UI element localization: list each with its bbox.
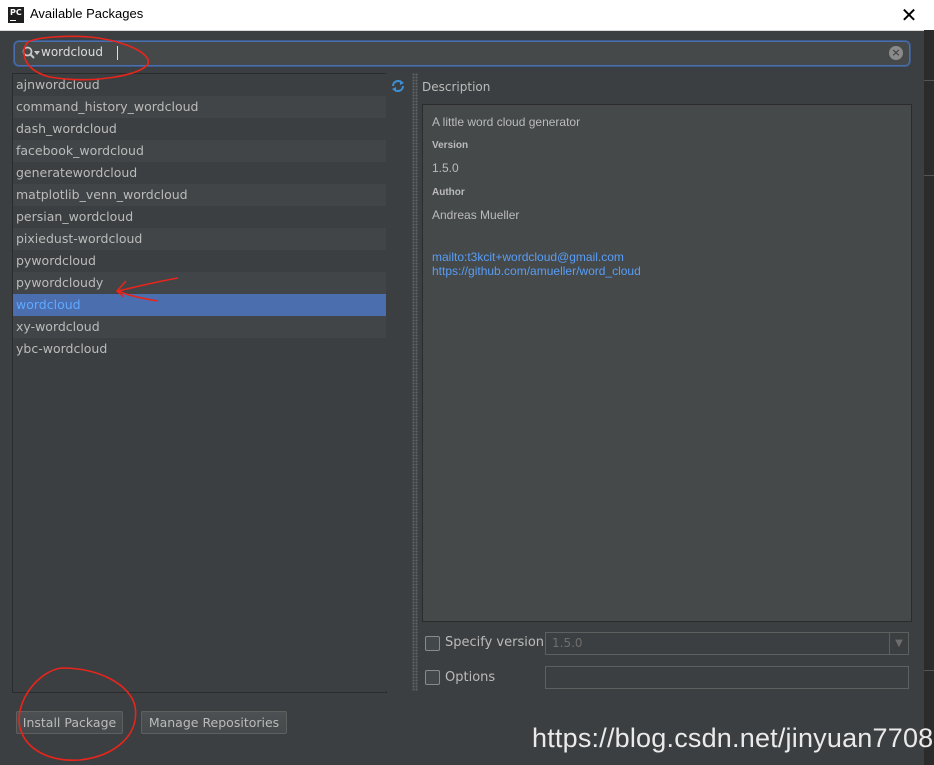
clear-search-icon[interactable]: × — [889, 46, 903, 60]
package-list[interactable]: ajnwordcloud command_history_wordcloud das… — [12, 73, 387, 693]
search-field[interactable]: wordcloud × — [14, 41, 910, 66]
pycharm-logo-icon: PC — [8, 7, 24, 23]
background-window-edge — [924, 30, 934, 765]
list-item[interactable]: wordcloud — [13, 294, 386, 316]
list-item[interactable]: facebook_wordcloud — [13, 140, 386, 162]
specify-version-checkbox[interactable] — [425, 636, 440, 651]
author-value: Andreas Mueller — [432, 208, 520, 222]
list-item[interactable]: pywordcloudy — [13, 272, 386, 294]
manage-repositories-button[interactable]: Manage Repositories — [141, 711, 287, 734]
specify-version-label: Specify version — [445, 635, 545, 650]
list-item[interactable]: command_history_wordcloud — [13, 96, 386, 118]
email-link[interactable]: mailto:t3kcit+wordcloud@gmail.com — [432, 250, 624, 264]
list-item[interactable]: xy-wordcloud — [13, 316, 386, 338]
chevron-down-icon[interactable]: ▼ — [889, 633, 908, 654]
list-item[interactable]: pywordcloud — [13, 250, 386, 272]
window-title: Available Packages — [30, 6, 144, 21]
version-heading: Version — [432, 140, 469, 151]
description-panel: A little word cloud generator Version 1.… — [422, 104, 912, 622]
text-cursor — [117, 46, 118, 60]
author-heading: Author — [432, 187, 465, 198]
description-label: Description — [422, 80, 491, 94]
refresh-icon[interactable] — [390, 78, 406, 94]
list-item[interactable]: ybc-wordcloud — [13, 338, 386, 360]
search-dropdown-icon[interactable] — [34, 51, 40, 55]
title-bar: PC Available Packages ✕ — [0, 0, 934, 31]
app-icon-text: PC — [10, 8, 22, 17]
homepage-link[interactable]: https://github.com/amueller/word_cloud — [432, 264, 641, 278]
list-item[interactable]: ajnwordcloud — [13, 74, 386, 96]
package-summary: A little word cloud generator — [432, 115, 581, 129]
list-item[interactable]: generatewordcloud — [13, 162, 386, 184]
panel-splitter[interactable] — [412, 73, 418, 691]
search-input[interactable]: wordcloud — [41, 45, 103, 59]
refresh-column — [386, 73, 411, 691]
options-input[interactable] — [545, 666, 909, 689]
version-value: 1.5.0 — [432, 161, 459, 175]
options-label: Options — [445, 670, 496, 685]
options-checkbox[interactable] — [425, 670, 440, 685]
install-package-button[interactable]: Install Package — [16, 711, 123, 734]
version-select[interactable]: 1.5.0 ▼ — [545, 632, 909, 655]
version-select-value: 1.5.0 — [552, 636, 583, 650]
list-item[interactable]: persian_wordcloud — [13, 206, 386, 228]
list-item[interactable]: dash_wordcloud — [13, 118, 386, 140]
watermark: https://blog.csdn.net/jinyuan7708 — [532, 723, 934, 753]
list-item[interactable]: pixiedust-wordcloud — [13, 228, 386, 250]
close-icon[interactable]: ✕ — [898, 4, 920, 26]
list-item[interactable]: matplotlib_venn_wordcloud — [13, 184, 386, 206]
